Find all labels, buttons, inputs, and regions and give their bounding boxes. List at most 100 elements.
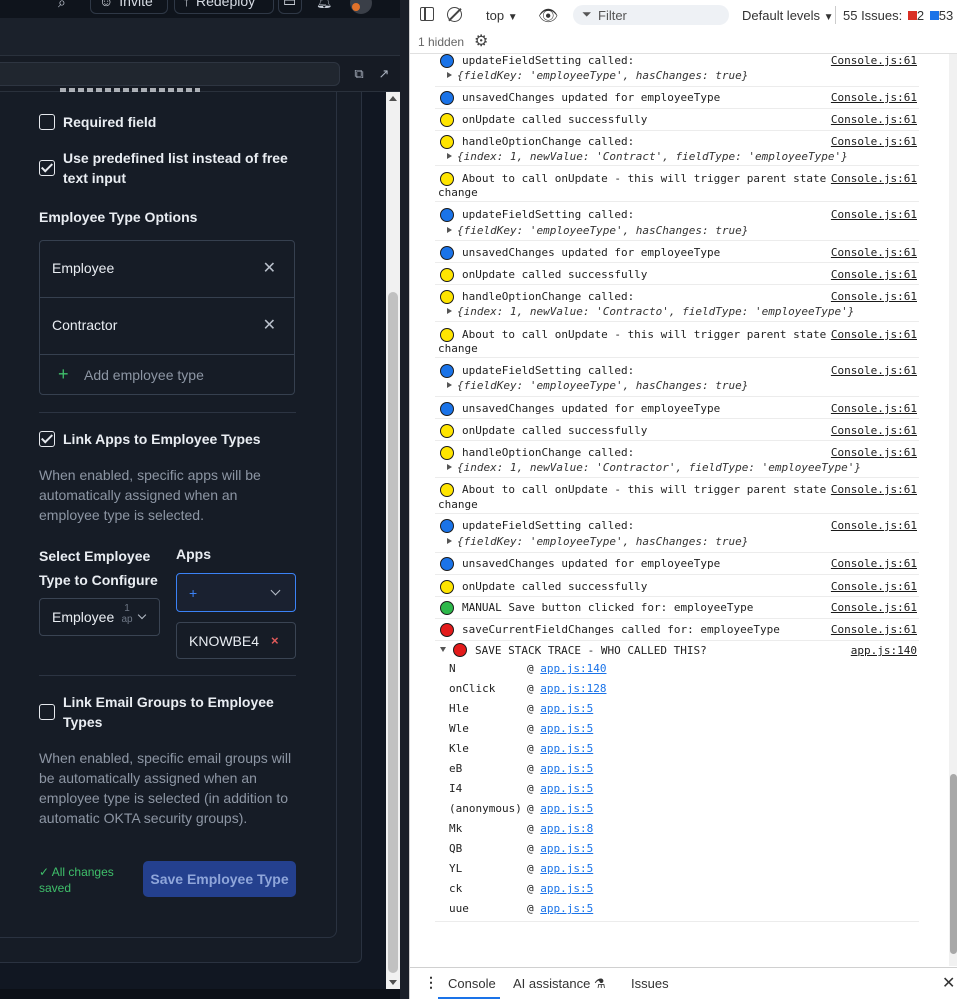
- log-object[interactable]: {fieldKey: 'employeeType', hasChanges: t…: [447, 379, 748, 392]
- gear-icon[interactable]: ⚙: [474, 31, 488, 51]
- app-scrollbar[interactable]: [386, 92, 400, 989]
- log-entry[interactable]: updateFieldSetting called: Console.js:61…: [435, 203, 919, 241]
- app-header-row: [0, 18, 400, 56]
- stack-trace-group[interactable]: SAVE STACK TRACE - WHO CALLED THIS? app.…: [435, 642, 919, 922]
- close-icon[interactable]: ✕: [263, 315, 276, 335]
- console-scrollbar[interactable]: [949, 54, 957, 966]
- option-row: Employee ✕: [40, 241, 294, 298]
- app-url-row: ⧉ ↗: [0, 56, 400, 92]
- divider: [39, 412, 296, 413]
- info-dot-icon: [440, 557, 454, 571]
- eye-icon[interactable]: 👁︎: [538, 6, 558, 26]
- caret-down-icon[interactable]: [440, 647, 446, 652]
- info-dot-icon: [440, 246, 454, 260]
- error-icon: [907, 11, 917, 20]
- app-top-bar: ⌕ ☺ Invite ↑ Redeploy ▭ 🔔︎: [0, 0, 400, 18]
- bell-icon[interactable]: 🔔︎: [316, 0, 333, 10]
- info-dot-icon: [440, 519, 454, 533]
- required-field-checkbox[interactable]: [39, 114, 55, 130]
- redeploy-button[interactable]: ↑ Redeploy: [174, 0, 274, 14]
- more-menu-icon[interactable]: ⋮: [424, 974, 438, 991]
- remove-tag-icon[interactable]: ×: [271, 633, 279, 648]
- console-toolbar-secondary: 1 hidden ⚙: [410, 30, 957, 54]
- log-object[interactable]: {fieldKey: 'employeeType', hasChanges: t…: [447, 224, 748, 237]
- apps-label: Apps: [176, 546, 211, 562]
- log-entry[interactable]: updateFieldSetting called: Console.js:61…: [435, 515, 919, 553]
- options-list: Employee ✕ Contractor ✕ + Add employee t…: [39, 240, 295, 395]
- log-entry[interactable]: About to call onUpdate - this will trigg…: [435, 479, 919, 514]
- required-field-label: Required field: [63, 114, 157, 130]
- url-bar[interactable]: [0, 62, 340, 86]
- log-entry[interactable]: onUpdate called successfully Console.js:…: [435, 110, 919, 131]
- option-row: Contractor ✕: [40, 298, 294, 355]
- log-entry[interactable]: onUpdate called successfully Console.js:…: [435, 576, 919, 597]
- log-object[interactable]: {fieldKey: 'employeeType', hasChanges: t…: [447, 69, 748, 82]
- log-entry[interactable]: unsavedChanges updated for employeeType …: [435, 398, 919, 419]
- warning-dot-icon: [440, 580, 454, 594]
- log-entry[interactable]: MANUAL Save button clicked for: employee…: [435, 598, 919, 619]
- app-bottom-bar: [0, 989, 400, 999]
- log-entry[interactable]: saveCurrentFieldChanges called for: empl…: [435, 620, 919, 641]
- filter-input[interactable]: ⏷ Filter: [573, 5, 729, 25]
- log-object[interactable]: {index: 1, newValue: 'Contractor', field…: [447, 461, 861, 474]
- link-apps-label: Link Apps to Employee Types: [63, 431, 261, 447]
- save-employee-type-button[interactable]: Save Employee Type: [143, 861, 296, 897]
- warning-dot-icon: [440, 328, 454, 342]
- tab-console[interactable]: Console: [448, 976, 496, 991]
- link-apps-checkbox[interactable]: [39, 431, 55, 447]
- log-entry[interactable]: unsavedChanges updated for employeeType …: [435, 554, 919, 575]
- log-entry[interactable]: updateFieldSetting called: Console.js:61…: [435, 54, 919, 87]
- log-object[interactable]: {index: 1, newValue: 'Contract', fieldTy…: [447, 150, 848, 163]
- error-dot-icon: [440, 623, 454, 637]
- apps-select[interactable]: +: [176, 573, 296, 612]
- info-icon: [929, 11, 939, 20]
- log-object[interactable]: {fieldKey: 'employeeType', hasChanges: t…: [447, 535, 748, 548]
- warning-dot-icon: [440, 446, 454, 460]
- log-entry[interactable]: About to call onUpdate - this will trigg…: [435, 167, 919, 202]
- warning-dot-icon: [440, 290, 454, 304]
- warning-dot-icon: [440, 135, 454, 149]
- log-entry[interactable]: handleOptionChange called: Console.js:61…: [435, 286, 919, 322]
- close-icon[interactable]: ✕: [263, 258, 276, 278]
- tab-icon-button[interactable]: ▭: [278, 0, 302, 14]
- link-email-groups-label: Link Email Groups to Employee Types: [63, 694, 274, 730]
- warning-dot-icon: [440, 172, 454, 186]
- scroll-up-arrow-icon[interactable]: [389, 96, 397, 101]
- close-drawer-icon[interactable]: ✕: [942, 973, 955, 993]
- log-entry[interactable]: unsavedChanges updated for employeeType …: [435, 242, 919, 263]
- tab-issues[interactable]: Issues: [631, 976, 669, 991]
- context-select[interactable]: top ▼: [486, 8, 518, 23]
- scrollbar-thumb[interactable]: [388, 292, 398, 973]
- log-entry[interactable]: onUpdate called successfully Console.js:…: [435, 264, 919, 285]
- scrollbar-thumb[interactable]: [950, 774, 957, 954]
- tab-ai-assistance[interactable]: AI assistance ⚗: [513, 976, 606, 992]
- warning-dot-icon: [440, 483, 454, 497]
- copy-icon[interactable]: ⧉: [351, 66, 367, 82]
- employee-type-select[interactable]: Employee 1 ap: [39, 598, 160, 636]
- issues-button[interactable]: 55 Issues: 2 53: [843, 8, 953, 23]
- predefined-list-checkbox[interactable]: [39, 160, 55, 176]
- log-object[interactable]: {index: 1, newValue: 'Contracto', fieldT…: [447, 305, 854, 318]
- log-entry[interactable]: updateFieldSetting called: Console.js:61…: [435, 359, 919, 397]
- search-icon[interactable]: ⌕: [58, 0, 66, 11]
- log-entry[interactable]: About to call onUpdate - this will trigg…: [435, 323, 919, 358]
- log-entry[interactable]: handleOptionChange called: Console.js:61…: [435, 132, 919, 166]
- saved-status: ✓ All changes saved: [39, 865, 114, 895]
- sidebar-toggle-icon[interactable]: [420, 7, 434, 21]
- toolbar-divider: [835, 6, 836, 24]
- add-employee-type-button[interactable]: + Add employee type: [40, 355, 294, 395]
- app-panel: ⌕ ☺ Invite ↑ Redeploy ▭ 🔔︎ ⧉ ↗ Required …: [0, 0, 400, 999]
- link-email-groups-checkbox[interactable]: [39, 704, 55, 720]
- drawer-tabs: ⋮ Console AI assistance ⚗ Issues ✕: [410, 967, 957, 999]
- log-entry[interactable]: unsavedChanges updated for employeeType …: [435, 88, 919, 109]
- clipped-heading: [60, 88, 200, 92]
- scroll-down-arrow-icon[interactable]: [389, 980, 397, 985]
- info-dot-icon: [440, 364, 454, 378]
- log-entry[interactable]: onUpdate called successfully Console.js:…: [435, 420, 919, 441]
- plus-icon: +: [189, 585, 198, 601]
- log-levels-select[interactable]: Default levels ▼: [742, 8, 834, 23]
- chevron-down-icon: [137, 610, 147, 620]
- log-entry[interactable]: handleOptionChange called: Console.js:61…: [435, 442, 919, 478]
- invite-button[interactable]: ☺ Invite: [90, 0, 168, 14]
- external-link-icon[interactable]: ↗: [376, 66, 392, 82]
